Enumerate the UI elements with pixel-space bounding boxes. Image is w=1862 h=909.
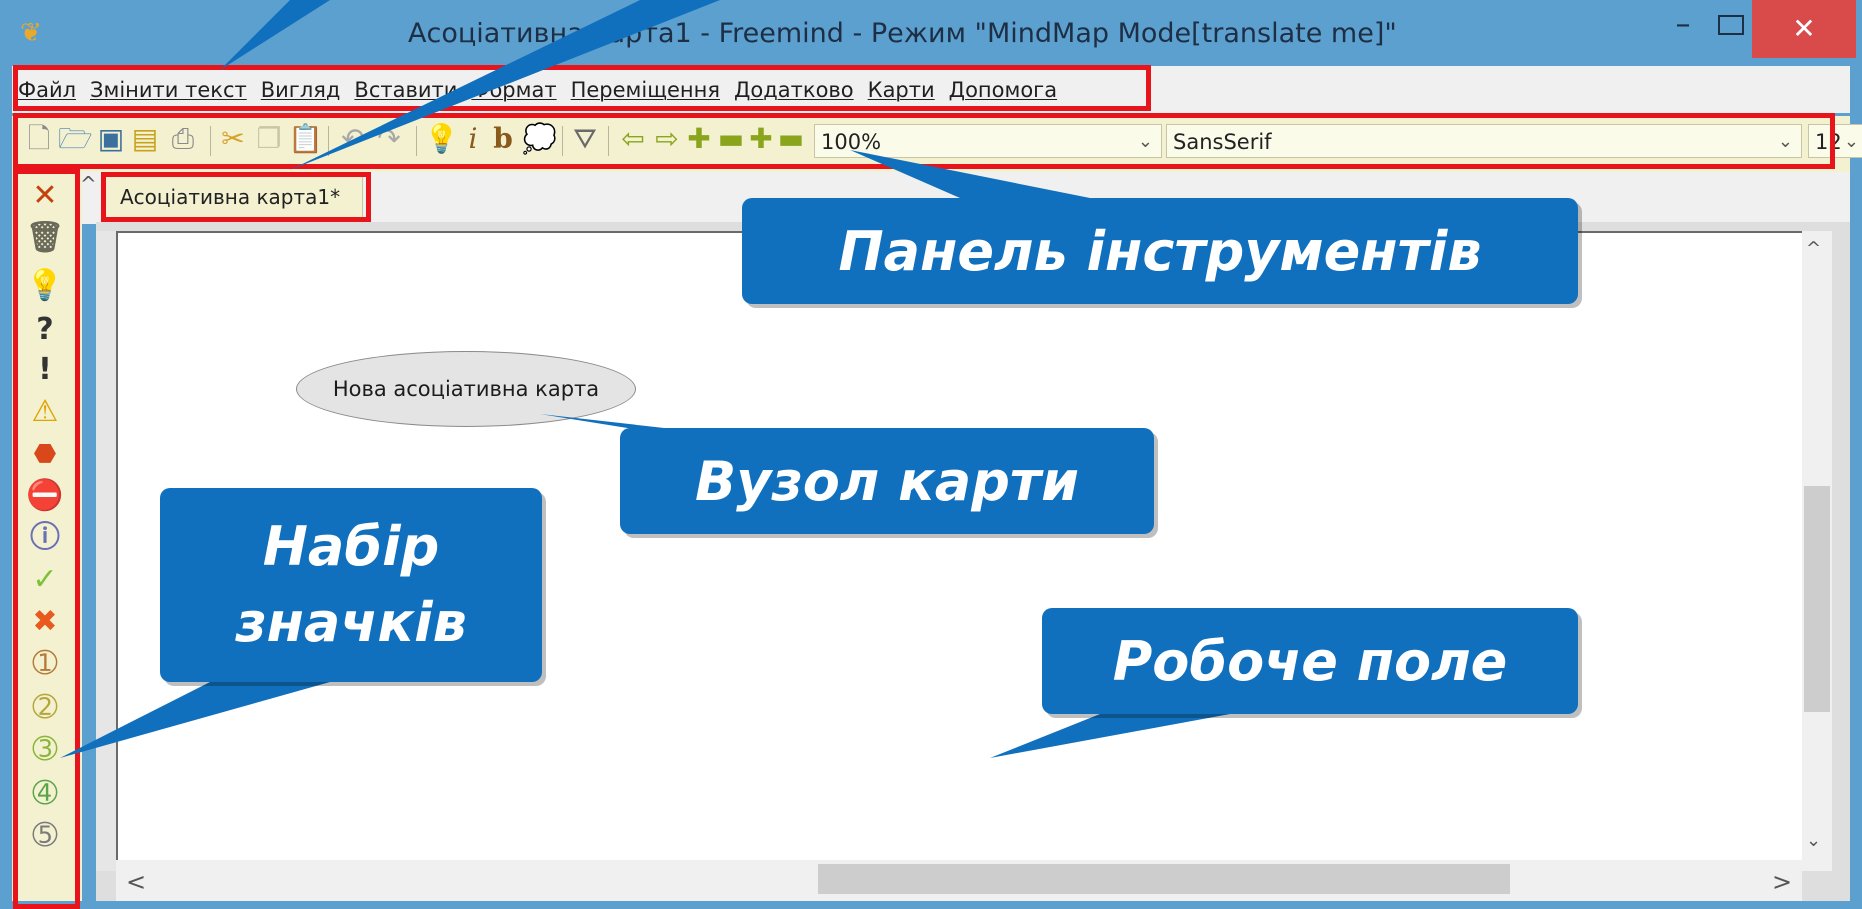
callout-icon-set-line2: значків — [235, 591, 467, 654]
callout-node: Вузол карти — [620, 428, 1154, 534]
callout-workspace: Робоче поле — [1042, 608, 1578, 714]
callout-toolbar: Панель інструментів — [742, 198, 1578, 304]
callout-icon-set-line1: Набір — [262, 515, 440, 578]
callout-icon-set: Набір значків — [160, 488, 542, 682]
